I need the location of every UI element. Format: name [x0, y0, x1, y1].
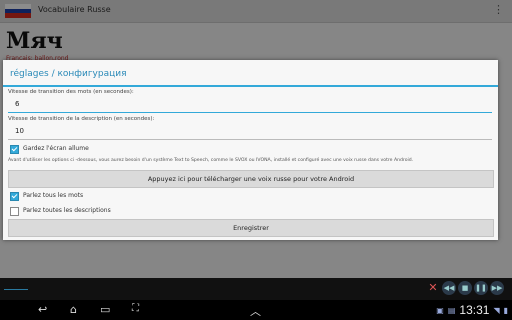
notification-icon-2: ▤ [447, 305, 456, 315]
pause-icon[interactable]: ❚❚ [474, 281, 488, 295]
wifi-icon: ◥ [493, 305, 500, 315]
speak-descriptions-checkbox[interactable] [10, 207, 19, 216]
clock: 13:31 [459, 303, 490, 317]
notification-icon: ▣ [436, 305, 444, 315]
rewind-icon[interactable]: ◀◀ [442, 281, 456, 295]
settings-dialog: réglages / конфигурация Vitesse de trans… [3, 60, 498, 240]
desc-speed-label: Vitesse de transition de la description … [8, 116, 155, 122]
notification-strip: ✕ ◀◀ ■ ❚❚ ▶▶ [0, 278, 512, 300]
up-chevron-icon[interactable]: ︿ [250, 303, 261, 319]
word-speed-field[interactable]: 6 [8, 98, 492, 113]
dialog-title-divider [3, 85, 498, 87]
speak-words-label: Parlez tous les mots [23, 192, 84, 199]
speak-descriptions-label: Parlez toutes les descriptions [23, 207, 111, 214]
forward-icon[interactable]: ▶▶ [490, 281, 504, 295]
desc-speed-field[interactable]: 10 [8, 125, 492, 140]
status-area[interactable]: ▣ ▤ 13:31 ◥ ▮ [436, 300, 512, 320]
tts-info-text: Avant d'utiliser les options ci -dessous… [8, 158, 414, 163]
word-speed-label: Vitesse de transition des mots (en secon… [8, 89, 134, 95]
recent-apps-icon[interactable]: ▭ [100, 303, 110, 316]
home-icon[interactable]: ⌂ [70, 303, 77, 316]
progress-line [4, 289, 28, 290]
battery-icon: ▮ [503, 305, 508, 315]
dialog-title: réglages / конфигурация [10, 69, 127, 79]
stop-icon[interactable]: ■ [458, 281, 472, 295]
download-voice-button[interactable]: Appuyez ici pour télécharger une voix ru… [8, 170, 494, 188]
back-icon[interactable]: ↩ [38, 303, 47, 316]
save-button[interactable]: Enregistrer [8, 219, 494, 237]
desc-speed-value: 10 [15, 127, 24, 135]
nav-buttons: ↩ ⌂ ▭ ⛶ ︿ [0, 300, 512, 320]
close-icon[interactable]: ✕ [426, 281, 440, 295]
keep-screen-on-checkbox[interactable] [10, 145, 19, 154]
word-speed-value: 6 [15, 100, 20, 108]
system-navigation-bar: ✕ ◀◀ ■ ❚❚ ▶▶ ↩ ⌂ ▭ ⛶ ︿ ▣ ▤ 13:31 ◥ ▮ [0, 278, 512, 320]
media-controls: ✕ ◀◀ ■ ❚❚ ▶▶ [426, 281, 504, 295]
speak-words-checkbox[interactable] [10, 192, 19, 201]
keep-screen-on-label: Gardez l'écran allume [23, 145, 89, 152]
screenshot-icon[interactable]: ⛶ [132, 303, 139, 314]
